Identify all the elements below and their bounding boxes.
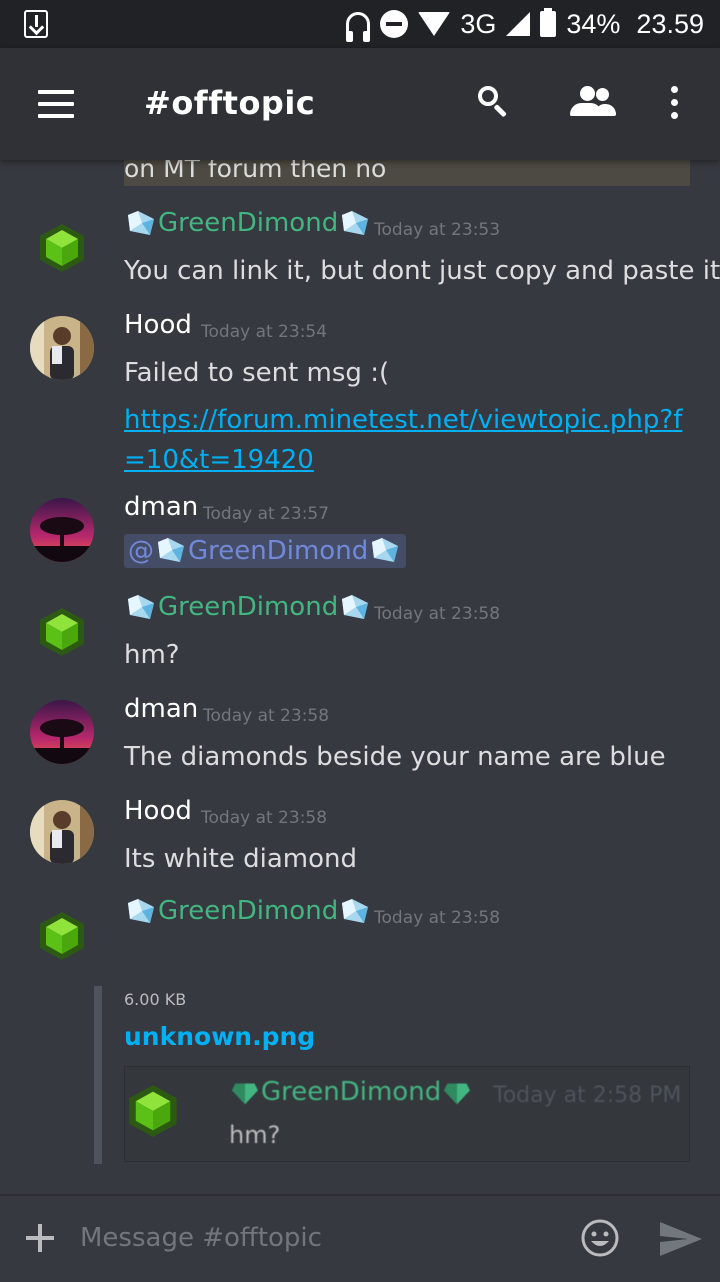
more-vertical-icon[interactable] <box>671 86 679 120</box>
green-cube-avatar[interactable] <box>38 222 86 274</box>
preview-timestamp: Today at 2:58 PM <box>493 1083 682 1108</box>
diamond-icon <box>128 210 154 235</box>
message-author[interactable]: dman <box>124 694 198 724</box>
green-cube-avatar[interactable] <box>38 606 86 658</box>
members-icon[interactable] <box>570 84 616 118</box>
message-body: hm? <box>124 640 180 670</box>
message-timestamp: Today at 23:58 <box>374 908 501 928</box>
user-avatar[interactable] <box>30 498 94 562</box>
message-author[interactable]: GreenDimond <box>124 896 372 927</box>
message-timestamp: Today at 23:58 <box>374 604 501 624</box>
diamond-icon <box>128 898 154 923</box>
status-bar: 3G 34% 23.59 <box>0 0 720 48</box>
diamond-icon <box>342 594 369 619</box>
message-author[interactable]: dman <box>124 492 198 522</box>
hamburger-menu-icon[interactable] <box>38 90 74 118</box>
message-timestamp: Today at 23:54 <box>201 322 328 342</box>
battery-icon <box>540 8 557 37</box>
user-avatar[interactable] <box>30 700 94 764</box>
attachment-accent-bar <box>94 986 102 1164</box>
green-cube-avatar <box>129 1085 177 1137</box>
do-not-disturb-icon <box>380 10 409 38</box>
plus-icon[interactable] <box>26 1224 54 1252</box>
search-icon[interactable] <box>478 86 506 114</box>
message-timestamp: Today at 23:58 <box>201 808 328 828</box>
message-body: You can link it, but dont just copy and … <box>124 256 720 286</box>
message-list[interactable]: on MT forum then no GreenDimond Today at… <box>0 160 720 1194</box>
diamond-icon <box>342 898 369 923</box>
headset-icon <box>346 12 371 42</box>
message-timestamp: Today at 23:57 <box>203 504 330 524</box>
user-mention[interactable]: @ GreenDimond <box>124 534 407 568</box>
emoji-icon[interactable] <box>580 1218 620 1258</box>
user-avatar[interactable] <box>30 800 94 864</box>
message-author[interactable]: Hood <box>124 796 192 826</box>
attachment-filename[interactable]: unknown.png <box>124 1022 315 1051</box>
message-author[interactable]: GreenDimond <box>124 592 372 623</box>
gem-icon <box>232 1082 258 1104</box>
message-body: Failed to sent msg :( <box>124 358 390 388</box>
green-cube-avatar[interactable] <box>38 910 86 962</box>
channel-title: #offtopic <box>144 84 316 122</box>
previous-embed-text: on MT forum then no <box>124 160 387 183</box>
preview-body: hm? <box>229 1121 281 1149</box>
message-timestamp: Today at 23:58 <box>203 706 330 726</box>
message-link[interactable]: https://forum.minetest.net/viewtopic.php… <box>124 400 684 480</box>
user-avatar[interactable] <box>30 316 94 380</box>
send-icon[interactable] <box>658 1220 704 1258</box>
gem-icon <box>444 1082 471 1104</box>
message-author[interactable]: GreenDimond <box>124 208 372 239</box>
message-input[interactable] <box>80 1218 550 1258</box>
message-body: @ GreenDimond <box>124 534 407 568</box>
message-author[interactable]: Hood <box>124 310 192 340</box>
network-type: 3G <box>460 8 497 39</box>
diamond-icon <box>342 210 369 235</box>
clock: 23.59 <box>636 8 704 39</box>
channel-toolbar: #offtopic <box>0 48 720 160</box>
preview-author: GreenDimond <box>229 1077 473 1107</box>
diamond-icon <box>128 594 154 619</box>
download-icon <box>24 10 48 38</box>
diamond-icon <box>158 538 184 562</box>
battery-percent: 34% <box>566 8 621 39</box>
message-body: Its white diamond <box>124 844 357 874</box>
diamond-icon <box>372 538 399 562</box>
message-composer <box>0 1194 720 1282</box>
wifi-icon <box>418 12 451 36</box>
attachment-image-preview[interactable]: GreenDimond Today at 2:58 PM hm? <box>124 1066 690 1162</box>
message-timestamp: Today at 23:53 <box>374 220 501 240</box>
attachment-size: 6.00 KB <box>124 990 187 1009</box>
message-body: The diamonds beside your name are blue <box>124 742 666 772</box>
signal-icon <box>506 12 531 36</box>
